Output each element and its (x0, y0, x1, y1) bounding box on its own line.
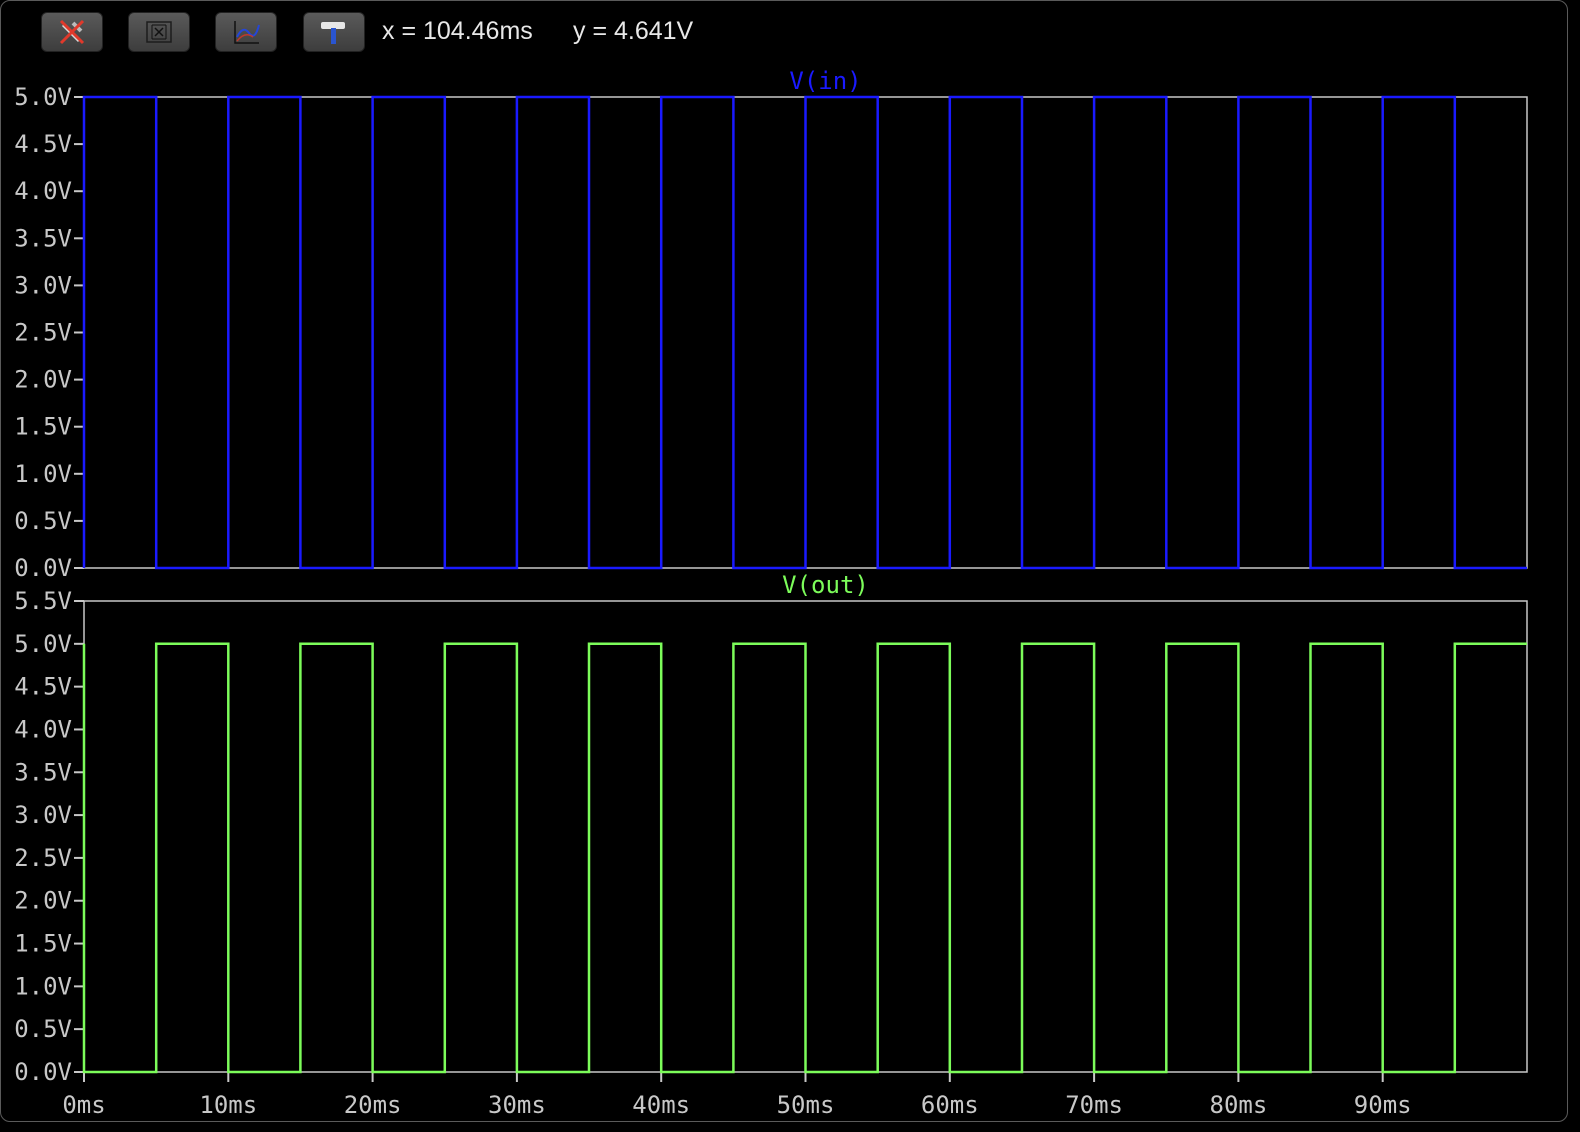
plot-title-vin: V(in) (789, 67, 861, 95)
y-tick-label-vin: 3.0V (14, 271, 72, 299)
y-tick-label-vin: 0.5V (14, 507, 72, 535)
waveform-window: x = 104.46ms y = 4.641V V(in) 0.0V 0.5V 1.0… (0, 0, 1568, 1122)
y-tick-label-vin: 0.0V (14, 554, 72, 582)
y-tick-label-vout: 3.0V (14, 801, 72, 829)
y-tick-label-vout: 4.0V (14, 715, 72, 743)
series-line-vout (82, 642, 1527, 1074)
y-tick-label-vout: 2.5V (14, 844, 72, 872)
y-tick-label-vin: 3.5V (14, 224, 72, 252)
x-tick-label: 60ms (921, 1091, 979, 1119)
y-tick-label-vin: 5.0V (14, 83, 72, 111)
y-tick-label-vin: 4.0V (14, 177, 72, 205)
series-line-vin (82, 95, 1527, 570)
y-tick-label-vin: 1.5V (14, 413, 72, 441)
x-tick-label: 10ms (199, 1091, 257, 1119)
y-tick-label-vin: 4.5V (14, 130, 72, 158)
x-tick-label: 80ms (1210, 1091, 1268, 1119)
y-tick-label-vout: 2.0V (14, 887, 72, 915)
plot-title-vout: V(out) (782, 571, 869, 599)
x-tick-label: 40ms (632, 1091, 690, 1119)
y-tick-label-vin: 1.0V (14, 460, 72, 488)
y-tick-label-vout: 3.5V (14, 758, 72, 786)
x-tick-label: 30ms (488, 1091, 546, 1119)
y-tick-label-vin: 2.0V (14, 366, 72, 394)
y-tick-label-vout: 0.0V (14, 1058, 72, 1086)
y-tick-label-vout: 5.0V (14, 630, 72, 658)
y-tick-label-vout: 1.5V (14, 930, 72, 958)
y-tick-label-vout: 5.5V (14, 587, 72, 615)
x-tick-label: 90ms (1354, 1091, 1412, 1119)
x-tick-label: 0ms (62, 1091, 105, 1119)
x-tick-label: 50ms (777, 1091, 835, 1119)
waveform-plot[interactable]: V(in) 0.0V 0.5V 1.0V 1.5V 2.0V 2.5V 3.0V 3.5V 4.0… (1, 1, 1567, 1121)
y-tick-label-vout: 1.0V (14, 972, 72, 1000)
y-tick-label-vout: 0.5V (14, 1015, 72, 1043)
y-tick-label-vout: 4.5V (14, 673, 72, 701)
x-tick-label: 20ms (344, 1091, 402, 1119)
y-tick-label-vin: 2.5V (14, 319, 72, 347)
x-tick-label: 70ms (1065, 1091, 1123, 1119)
